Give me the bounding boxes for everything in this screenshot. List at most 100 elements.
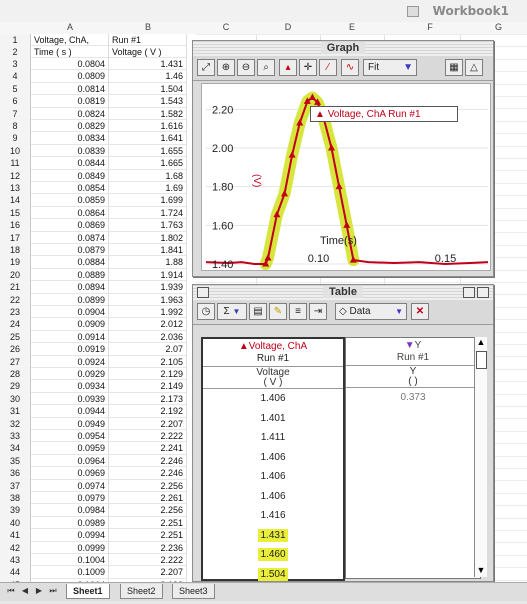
y-column[interactable]: ▼Y Run #1 Y ( ) 0.373 bbox=[345, 337, 481, 579]
row-number[interactable]: 7 bbox=[0, 107, 31, 121]
voltage-cell[interactable]: 1.655 bbox=[109, 144, 187, 158]
fit-dropdown[interactable]: Fit ▼ bbox=[363, 59, 417, 76]
voltage-cell[interactable]: 1.46 bbox=[109, 70, 187, 83]
column-header-c[interactable]: C bbox=[196, 22, 256, 32]
row-number[interactable]: 18 bbox=[0, 244, 31, 258]
tab-sheet2[interactable]: Sheet2 bbox=[120, 584, 163, 599]
column-header-f[interactable]: F bbox=[400, 22, 460, 32]
time-cell[interactable]: 0.0819 bbox=[31, 95, 109, 108]
row-number[interactable]: 15 bbox=[0, 206, 31, 221]
graph-window[interactable]: Graph ⤢ ⊕ ⊖ ⌕ ▴ ✛ ⁄ ∿ Fit ▼ ▦ △ 2.20 2.00… bbox=[192, 40, 494, 277]
voltage-cell[interactable]: 1.914 bbox=[109, 268, 187, 282]
zoom-select-icon[interactable]: ⌕ bbox=[257, 59, 275, 76]
column-header-g[interactable]: G bbox=[470, 22, 527, 32]
row-number[interactable]: 4 bbox=[0, 70, 31, 84]
voltage-cell[interactable]: 1.763 bbox=[109, 219, 187, 232]
voltage-cell[interactable]: 1.504 bbox=[109, 82, 187, 96]
time-cell[interactable]: 0.0974 bbox=[31, 479, 109, 492]
voltage-cell[interactable]: 2.261 bbox=[109, 492, 187, 505]
voltage-cell[interactable]: 1.992 bbox=[109, 306, 187, 319]
voltage-value[interactable]: 1.406 bbox=[203, 467, 343, 487]
cell-b1[interactable]: Run #1 bbox=[109, 34, 187, 46]
row-number[interactable]: 38 bbox=[0, 492, 31, 506]
time-cell[interactable]: 0.0899 bbox=[31, 293, 109, 306]
y-column-header[interactable]: ▼Y Run #1 bbox=[346, 338, 480, 366]
insert-row-icon[interactable]: ≡ bbox=[289, 303, 307, 320]
row-number[interactable]: 10 bbox=[0, 144, 31, 159]
voltage-cell[interactable]: 1.802 bbox=[109, 231, 187, 244]
table-title-bar[interactable]: Table bbox=[193, 285, 493, 300]
voltage-value[interactable]: 1.411 bbox=[203, 428, 343, 448]
column-header-e[interactable]: E bbox=[320, 22, 384, 32]
time-cell[interactable]: 0.0999 bbox=[31, 541, 109, 554]
time-cell[interactable]: 0.0839 bbox=[31, 144, 109, 158]
time-cell[interactable]: 0.0919 bbox=[31, 343, 109, 356]
row-number[interactable]: 44 bbox=[0, 566, 31, 580]
autoscale-icon[interactable]: ⤢ bbox=[197, 59, 215, 76]
row-number[interactable]: 5 bbox=[0, 82, 31, 97]
zoom-in-icon[interactable]: ⊕ bbox=[217, 59, 235, 76]
time-cell[interactable]: 0.1004 bbox=[31, 554, 109, 567]
row-number[interactable]: 29 bbox=[0, 380, 31, 394]
time-cell[interactable]: 0.0929 bbox=[31, 368, 109, 381]
row-number[interactable]: 12 bbox=[0, 169, 31, 183]
time-cell[interactable]: 0.0884 bbox=[31, 256, 109, 269]
time-cell[interactable]: 0.0854 bbox=[31, 182, 109, 195]
tab-sheet3[interactable]: Sheet3 bbox=[172, 584, 215, 599]
voltage-cell[interactable]: 2.251 bbox=[109, 516, 187, 530]
row-number[interactable]: 3 bbox=[0, 58, 31, 72]
column-header-d[interactable]: D bbox=[256, 22, 320, 32]
annotation-icon[interactable]: △ bbox=[465, 59, 483, 76]
row-number[interactable]: 17 bbox=[0, 231, 31, 245]
row-number[interactable]: 34 bbox=[0, 442, 31, 456]
voltage-value[interactable]: 1.406 bbox=[203, 389, 343, 409]
delete-column-icon[interactable]: ✕ bbox=[411, 303, 429, 320]
time-cell[interactable]: 0.0894 bbox=[31, 281, 109, 294]
voltage-value[interactable]: 1.416 bbox=[203, 506, 343, 526]
time-cell[interactable]: 0.1009 bbox=[31, 566, 109, 579]
zoom-box-icon[interactable] bbox=[463, 287, 475, 298]
voltage-cell[interactable]: 1.616 bbox=[109, 120, 187, 133]
voltage-cell[interactable]: 2.129 bbox=[109, 368, 187, 381]
delete-row-icon[interactable]: ⇥ bbox=[309, 303, 327, 320]
pencil-icon[interactable]: ✎ bbox=[269, 303, 287, 320]
row-number[interactable]: 33 bbox=[0, 430, 31, 444]
voltage-cell[interactable]: 1.724 bbox=[109, 206, 187, 220]
voltage-cell[interactable]: 1.699 bbox=[109, 194, 187, 207]
time-cell[interactable]: 0.0809 bbox=[31, 70, 109, 83]
row-number[interactable]: 23 bbox=[0, 306, 31, 320]
time-cell[interactable]: 0.0964 bbox=[31, 454, 109, 468]
voltage-cell[interactable]: 1.88 bbox=[109, 256, 187, 269]
voltage-cell[interactable]: 2.246 bbox=[109, 467, 187, 480]
voltage-cell[interactable]: 2.236 bbox=[109, 541, 187, 554]
voltage-column-header[interactable]: ▲Voltage, ChA Run #1 bbox=[203, 339, 343, 367]
time-cell[interactable]: 0.0849 bbox=[31, 169, 109, 182]
time-cell[interactable]: 0.0984 bbox=[31, 504, 109, 517]
graph-plot-area[interactable]: 2.20 2.00 1.80 1.60 1.40 (V) 0.10 0.15 Time(s) ▲… bbox=[201, 83, 491, 271]
curve-fit-icon[interactable]: ∿ bbox=[341, 59, 359, 76]
voltage-cell[interactable]: 2.207 bbox=[109, 566, 187, 579]
row-number[interactable]: 21 bbox=[0, 281, 31, 295]
voltage-cell[interactable]: 2.251 bbox=[109, 529, 187, 542]
time-cell[interactable]: 0.0829 bbox=[31, 120, 109, 133]
y-value[interactable]: 0.373 bbox=[346, 388, 480, 408]
voltage-cell[interactable]: 2.173 bbox=[109, 392, 187, 406]
time-cell[interactable]: 0.0889 bbox=[31, 268, 109, 282]
voltage-cell[interactable]: 2.241 bbox=[109, 442, 187, 455]
row-number[interactable]: 26 bbox=[0, 343, 31, 357]
data-marker-icon[interactable]: ▴ bbox=[279, 59, 297, 76]
row-number[interactable]: 40 bbox=[0, 516, 31, 531]
voltage-value[interactable]: 1.460 bbox=[203, 545, 343, 565]
time-cell[interactable]: 0.0874 bbox=[31, 231, 109, 244]
voltage-value[interactable]: 1.406 bbox=[203, 448, 343, 468]
row-number[interactable]: 42 bbox=[0, 541, 31, 555]
row-number[interactable]: 25 bbox=[0, 330, 31, 345]
voltage-cell[interactable]: 1.939 bbox=[109, 281, 187, 294]
time-cell[interactable]: 0.0869 bbox=[31, 219, 109, 232]
close-box-icon[interactable] bbox=[197, 287, 209, 298]
row-number[interactable]: 20 bbox=[0, 268, 31, 283]
time-cell[interactable]: 0.0979 bbox=[31, 492, 109, 505]
voltage-cell[interactable]: 2.149 bbox=[109, 380, 187, 393]
voltage-cell[interactable]: 1.543 bbox=[109, 95, 187, 108]
data-dropdown[interactable]: ◇ Data ▼ bbox=[335, 303, 407, 320]
